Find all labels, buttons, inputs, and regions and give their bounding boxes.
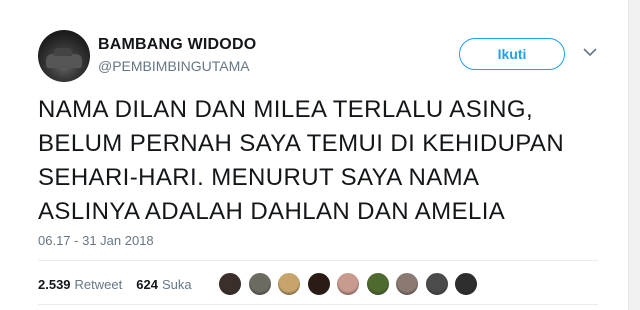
retweet-label[interactable]: Retweet [75, 277, 123, 292]
tweet-line: BELUM PERNAH SAYA TEMUI DI KEHIDUPAN [38, 130, 565, 157]
user-handle[interactable]: @PEMBIMBINGUTAMA [98, 58, 250, 74]
liker-avatar[interactable] [365, 272, 390, 296]
liker-avatar[interactable] [247, 272, 272, 296]
divider [38, 260, 598, 261]
tweet-line: ASLINYA ADALAH DAHLAN DAN AMELIA [38, 198, 506, 225]
liker-avatar[interactable] [424, 272, 449, 296]
tweet-stats: 2.539 Retweet 624 Suka [38, 277, 192, 292]
liker-avatar[interactable] [277, 272, 301, 296]
car-image [46, 48, 82, 68]
liker-avatar[interactable] [454, 272, 478, 296]
retweet-count[interactable]: 2.539 [38, 277, 71, 292]
follow-button[interactable]: Ikuti [459, 38, 565, 70]
tweet-line: SEHARI-HARI. MENURUT SAYA NAMA [38, 164, 480, 191]
divider [38, 304, 598, 305]
tweet-line: NAMA DILAN DAN MILEA TERLALU ASING, [38, 96, 534, 123]
liker-avatar[interactable] [395, 272, 419, 296]
scrollbar[interactable] [628, 0, 640, 310]
like-label[interactable]: Suka [162, 277, 192, 292]
liker-avatar[interactable] [336, 272, 360, 296]
user-display-name[interactable]: BAMBANG WIDODO [98, 36, 256, 54]
chevron-down-icon[interactable] [582, 44, 598, 60]
liker-avatar[interactable] [306, 272, 331, 296]
tweet-timestamp[interactable]: 06.17 - 31 Jan 2018 [38, 233, 154, 248]
liker-avatar[interactable] [218, 272, 242, 296]
like-count[interactable]: 624 [136, 277, 158, 292]
profile-avatar[interactable] [38, 30, 90, 82]
tweet-card: BAMBANG WIDODO @PEMBIMBINGUTAMA Ikuti NA… [0, 0, 628, 310]
liker-avatars [218, 272, 484, 296]
tweet-text: NAMA DILAN DAN MILEA TERLALU ASING, BELU… [38, 93, 598, 229]
